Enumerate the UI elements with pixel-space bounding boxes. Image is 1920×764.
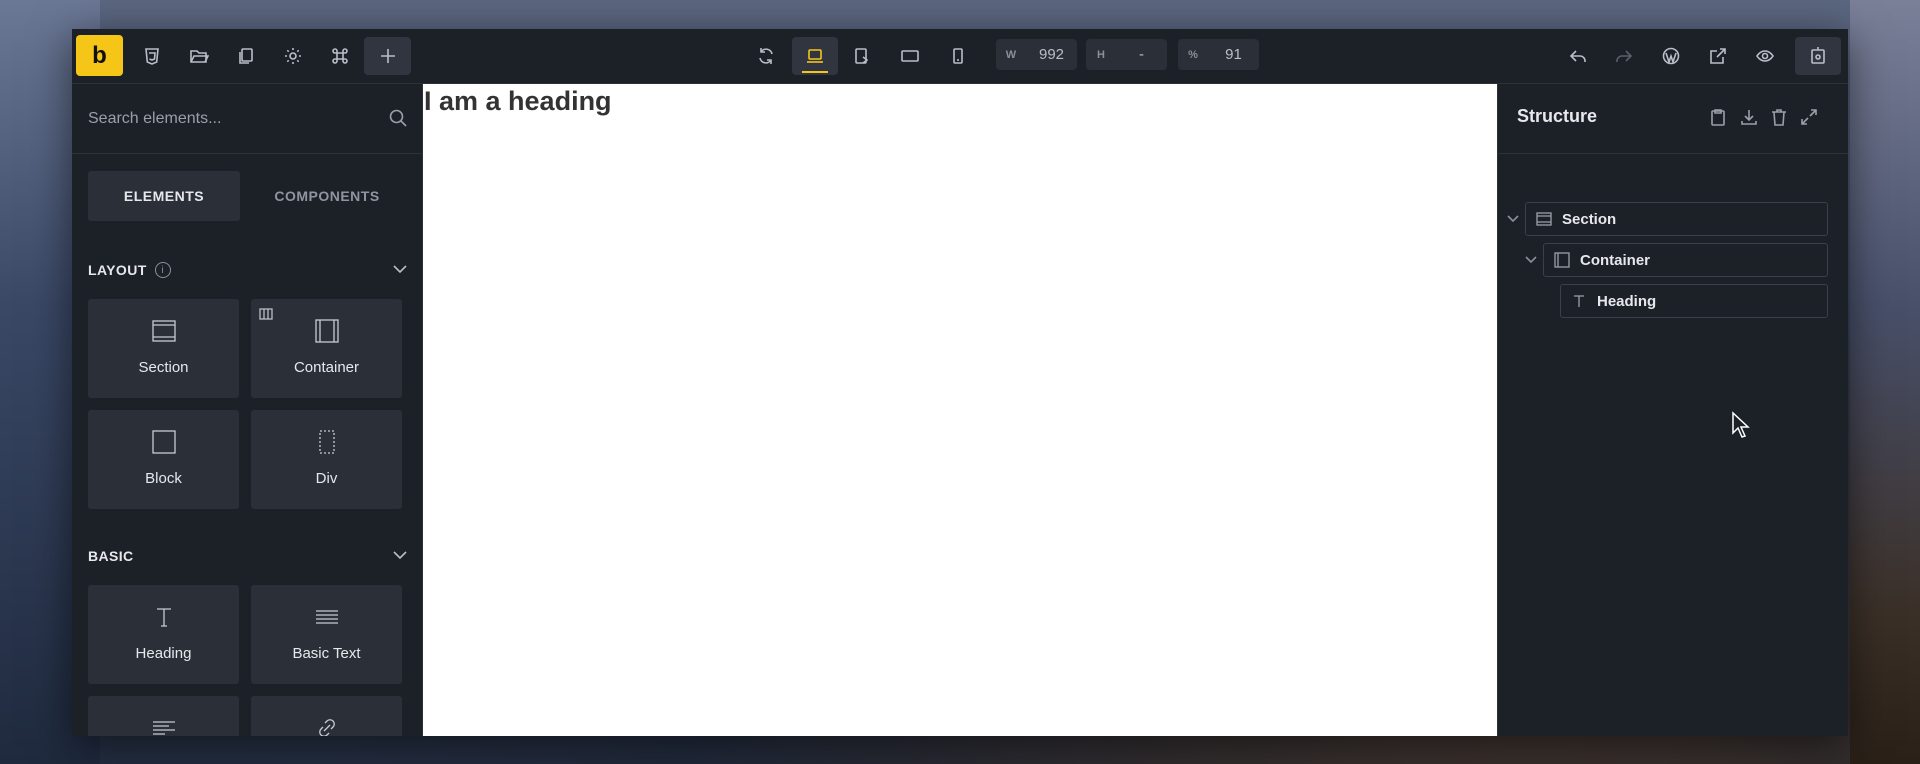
mouse-cursor-icon: [1731, 411, 1751, 444]
settings-gear-icon[interactable]: [273, 37, 313, 75]
canvas-heading[interactable]: I am a heading: [424, 86, 612, 117]
chevron-down-icon[interactable]: [1506, 211, 1520, 230]
element-card-link[interactable]: [251, 696, 402, 736]
element-card-section[interactable]: Section: [88, 299, 239, 398]
element-label: Container: [293, 359, 360, 376]
chevron-down-icon[interactable]: [392, 547, 408, 566]
save-icon[interactable]: [1795, 37, 1841, 75]
plus-icon: [380, 49, 395, 63]
tree-item-label: Container: [1580, 251, 1651, 269]
section-icon: [88, 317, 239, 345]
element-label: Div: [315, 470, 338, 487]
trash-icon[interactable]: [1769, 107, 1789, 132]
folder-open-icon[interactable]: [179, 37, 219, 75]
builder-window: b W 992 H - % 91 Search elements... ELEM…: [72, 29, 1848, 736]
category-title: LAYOUT: [88, 262, 147, 278]
chevron-down-icon[interactable]: [1524, 252, 1538, 271]
section-icon: [1526, 211, 1562, 227]
eye-icon[interactable]: [1745, 37, 1785, 75]
element-label: Section: [138, 359, 189, 376]
css3-icon[interactable]: [132, 37, 172, 75]
category-title: BASIC: [88, 548, 134, 564]
add-element-button[interactable]: [364, 37, 411, 75]
zoom-value[interactable]: 91: [1208, 46, 1259, 63]
element-card-block[interactable]: Block: [88, 410, 239, 509]
refresh-icon[interactable]: [746, 37, 786, 75]
category-basic[interactable]: BASIC: [88, 545, 408, 567]
tree-item-heading[interactable]: Heading: [1560, 284, 1828, 318]
redo-icon[interactable]: [1604, 37, 1644, 75]
width-label: W: [1005, 48, 1017, 61]
toolbar: b W 992 H - % 91: [72, 29, 1848, 84]
panel-tabs: ELEMENTS COMPONENTS: [88, 171, 408, 221]
copy-pages-icon[interactable]: [226, 37, 266, 75]
tree-item-container[interactable]: Container: [1543, 243, 1828, 277]
element-card-container[interactable]: Container: [251, 299, 402, 398]
tablet-landscape-icon[interactable]: [842, 37, 882, 75]
element-card-heading[interactable]: Heading: [88, 585, 239, 684]
command-icon[interactable]: [320, 37, 360, 75]
info-icon[interactable]: i: [154, 262, 171, 278]
wordpress-icon[interactable]: [1651, 37, 1691, 75]
container-icon: [1544, 252, 1580, 268]
width-value[interactable]: 992: [1026, 46, 1077, 63]
category-layout[interactable]: LAYOUT i: [88, 259, 408, 281]
container-icon: [251, 317, 402, 345]
div-icon: [251, 428, 402, 456]
height-label: H: [1097, 48, 1105, 61]
clipboard-icon[interactable]: [1708, 107, 1728, 132]
tablet-icon[interactable]: [890, 37, 930, 75]
search-bar: [72, 84, 423, 154]
structure-header: Structure: [1498, 84, 1848, 154]
tab-components[interactable]: COMPONENTS: [251, 171, 403, 221]
element-card-rich-text[interactable]: [88, 696, 239, 736]
tree-item-section[interactable]: Section: [1525, 202, 1828, 236]
expand-icon[interactable]: [1799, 107, 1819, 132]
height-field[interactable]: H -: [1086, 39, 1167, 70]
zoom-field[interactable]: % 91: [1178, 39, 1259, 70]
search-input[interactable]: [88, 106, 368, 132]
chevron-down-icon[interactable]: [392, 261, 408, 280]
background-right: [1850, 0, 1920, 764]
download-icon[interactable]: [1739, 107, 1759, 132]
mobile-icon[interactable]: [938, 37, 978, 75]
tree-item-label: Heading: [1597, 292, 1657, 310]
search-icon[interactable]: [388, 108, 408, 133]
element-label: Block: [145, 470, 182, 487]
element-card-basic-text[interactable]: Basic Text: [251, 585, 402, 684]
elements-panel: ELEMENTS COMPONENTS LAYOUT i Section Con…: [72, 84, 423, 736]
heading-icon: [88, 603, 239, 631]
block-icon: [88, 428, 239, 456]
panel-title: Structure: [1517, 106, 1598, 126]
text-lines-icon: [251, 603, 402, 631]
align-left-icon: [88, 714, 239, 736]
zoom-label: %: [1188, 48, 1198, 61]
width-field[interactable]: W 992: [996, 39, 1077, 70]
text-icon: [1561, 293, 1597, 309]
height-value[interactable]: -: [1116, 46, 1167, 63]
logo[interactable]: b: [76, 35, 123, 76]
undo-icon[interactable]: [1558, 37, 1598, 75]
element-label: Heading: [135, 645, 192, 662]
element-label: Basic Text: [292, 645, 361, 662]
structure-panel: Structure Section Container Heading: [1497, 84, 1848, 736]
laptop-icon[interactable]: [792, 37, 838, 75]
external-link-icon[interactable]: [1698, 37, 1738, 75]
element-card-div[interactable]: Div: [251, 410, 402, 509]
link-icon: [251, 714, 402, 736]
tree-item-label: Section: [1562, 210, 1617, 228]
tab-elements[interactable]: ELEMENTS: [88, 171, 240, 221]
preview-canvas[interactable]: I am a heading: [423, 84, 1497, 736]
